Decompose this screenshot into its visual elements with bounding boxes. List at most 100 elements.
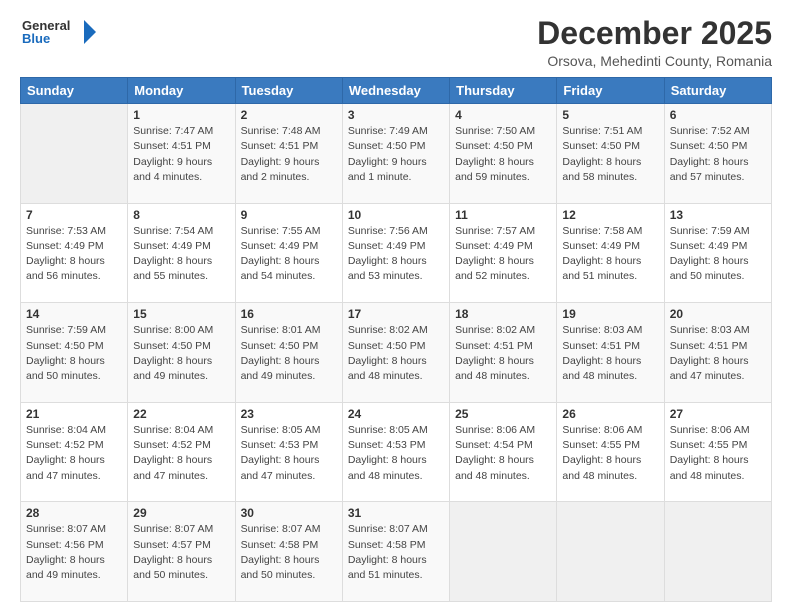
day-number: 4 bbox=[455, 108, 551, 122]
calendar-table: Sunday Monday Tuesday Wednesday Thursday… bbox=[20, 77, 772, 602]
day-info: Sunrise: 7:59 AMSunset: 4:49 PMDaylight:… bbox=[670, 224, 766, 285]
table-row: 11 Sunrise: 7:57 AMSunset: 4:49 PMDayligh… bbox=[450, 203, 557, 303]
table-row: 4 Sunrise: 7:50 AMSunset: 4:50 PMDaylight… bbox=[450, 104, 557, 204]
table-row bbox=[664, 502, 771, 602]
day-number: 7 bbox=[26, 208, 122, 222]
table-row: 26 Sunrise: 8:06 AMSunset: 4:55 PMDayligh… bbox=[557, 402, 664, 502]
day-info: Sunrise: 8:07 AMSunset: 4:56 PMDaylight:… bbox=[26, 522, 122, 583]
table-row: 14Sunrise: 7:59 AMSunset: 4:50 PMDayligh… bbox=[21, 303, 128, 403]
day-info: Sunrise: 8:04 AMSunset: 4:52 PMDaylight:… bbox=[133, 423, 229, 484]
table-row: 12 Sunrise: 7:58 AMSunset: 4:49 PMDayligh… bbox=[557, 203, 664, 303]
day-number: 19 bbox=[562, 307, 658, 321]
title-block: December 2025 Orsova, Mehedinti County, … bbox=[537, 16, 772, 69]
logo-icon: General Blue bbox=[22, 16, 102, 48]
table-row: 31 Sunrise: 8:07 AMSunset: 4:58 PMDayligh… bbox=[342, 502, 449, 602]
day-number: 2 bbox=[241, 108, 337, 122]
table-row: 1 Sunrise: 7:47 AMSunset: 4:51 PMDaylight… bbox=[128, 104, 235, 204]
day-number: 8 bbox=[133, 208, 229, 222]
day-info: Sunrise: 8:03 AMSunset: 4:51 PMDaylight:… bbox=[670, 323, 766, 384]
day-info: Sunrise: 7:54 AMSunset: 4:49 PMDaylight:… bbox=[133, 224, 229, 285]
table-row: 29Sunrise: 8:07 AMSunset: 4:57 PMDayligh… bbox=[128, 502, 235, 602]
header: General Blue December 2025 Orsova, Mehed… bbox=[20, 16, 772, 69]
day-info: Sunrise: 8:05 AMSunset: 4:53 PMDaylight:… bbox=[348, 423, 444, 484]
day-number: 13 bbox=[670, 208, 766, 222]
table-row: 5 Sunrise: 7:51 AMSunset: 4:50 PMDaylight… bbox=[557, 104, 664, 204]
day-info: Sunrise: 8:06 AMSunset: 4:55 PMDaylight:… bbox=[670, 423, 766, 484]
table-row: 18 Sunrise: 8:02 AMSunset: 4:51 PMDayligh… bbox=[450, 303, 557, 403]
day-info: Sunrise: 7:58 AMSunset: 4:49 PMDaylight:… bbox=[562, 224, 658, 285]
table-row: 8 Sunrise: 7:54 AMSunset: 4:49 PMDaylight… bbox=[128, 203, 235, 303]
table-row: 25Sunrise: 8:06 AMSunset: 4:54 PMDayligh… bbox=[450, 402, 557, 502]
day-info: Sunrise: 7:56 AMSunset: 4:49 PMDaylight:… bbox=[348, 224, 444, 285]
day-info: Sunrise: 7:50 AMSunset: 4:50 PMDaylight:… bbox=[455, 124, 551, 185]
day-number: 26 bbox=[562, 407, 658, 421]
logo: General Blue bbox=[20, 16, 102, 53]
day-info: Sunrise: 8:04 AMSunset: 4:52 PMDaylight:… bbox=[26, 423, 122, 484]
table-row: 23Sunrise: 8:05 AMSunset: 4:53 PMDayligh… bbox=[235, 402, 342, 502]
day-info: Sunrise: 8:00 AMSunset: 4:50 PMDaylight:… bbox=[133, 323, 229, 384]
day-info: Sunrise: 8:02 AMSunset: 4:50 PMDaylight:… bbox=[348, 323, 444, 384]
week-row-1: 1 Sunrise: 7:47 AMSunset: 4:51 PMDaylight… bbox=[21, 104, 772, 204]
day-number: 31 bbox=[348, 506, 444, 520]
day-number: 18 bbox=[455, 307, 551, 321]
day-info: Sunrise: 8:06 AMSunset: 4:55 PMDaylight:… bbox=[562, 423, 658, 484]
day-info: Sunrise: 8:02 AMSunset: 4:51 PMDaylight:… bbox=[455, 323, 551, 384]
day-number: 30 bbox=[241, 506, 337, 520]
col-sunday: Sunday bbox=[21, 78, 128, 104]
day-number: 1 bbox=[133, 108, 229, 122]
col-thursday: Thursday bbox=[450, 78, 557, 104]
day-number: 21 bbox=[26, 407, 122, 421]
table-row bbox=[450, 502, 557, 602]
table-row bbox=[21, 104, 128, 204]
col-saturday: Saturday bbox=[664, 78, 771, 104]
day-info: Sunrise: 7:57 AMSunset: 4:49 PMDaylight:… bbox=[455, 224, 551, 285]
day-number: 12 bbox=[562, 208, 658, 222]
day-number: 27 bbox=[670, 407, 766, 421]
day-number: 10 bbox=[348, 208, 444, 222]
day-number: 11 bbox=[455, 208, 551, 222]
day-info: Sunrise: 7:47 AMSunset: 4:51 PMDaylight:… bbox=[133, 124, 229, 185]
svg-text:Blue: Blue bbox=[22, 31, 50, 46]
day-number: 15 bbox=[133, 307, 229, 321]
day-number: 22 bbox=[133, 407, 229, 421]
table-row: 15 Sunrise: 8:00 AMSunset: 4:50 PMDayligh… bbox=[128, 303, 235, 403]
week-row-3: 14Sunrise: 7:59 AMSunset: 4:50 PMDayligh… bbox=[21, 303, 772, 403]
day-number: 6 bbox=[670, 108, 766, 122]
day-number: 29 bbox=[133, 506, 229, 520]
page: General Blue December 2025 Orsova, Mehed… bbox=[0, 0, 792, 612]
table-row: 28 Sunrise: 8:07 AMSunset: 4:56 PMDayligh… bbox=[21, 502, 128, 602]
table-row: 27 Sunrise: 8:06 AMSunset: 4:55 PMDayligh… bbox=[664, 402, 771, 502]
table-row: 19 Sunrise: 8:03 AMSunset: 4:51 PMDayligh… bbox=[557, 303, 664, 403]
day-info: Sunrise: 8:07 AMSunset: 4:58 PMDaylight:… bbox=[348, 522, 444, 583]
day-number: 9 bbox=[241, 208, 337, 222]
day-number: 20 bbox=[670, 307, 766, 321]
table-row: 24 Sunrise: 8:05 AMSunset: 4:53 PMDayligh… bbox=[342, 402, 449, 502]
day-number: 24 bbox=[348, 407, 444, 421]
table-row: 2Sunrise: 7:48 AMSunset: 4:51 PMDaylight… bbox=[235, 104, 342, 204]
day-number: 28 bbox=[26, 506, 122, 520]
day-info: Sunrise: 8:06 AMSunset: 4:54 PMDaylight:… bbox=[455, 423, 551, 484]
col-friday: Friday bbox=[557, 78, 664, 104]
table-row: 17 Sunrise: 8:02 AMSunset: 4:50 PMDayligh… bbox=[342, 303, 449, 403]
table-row: 21 Sunrise: 8:04 AMSunset: 4:52 PMDayligh… bbox=[21, 402, 128, 502]
day-info: Sunrise: 7:55 AMSunset: 4:49 PMDaylight:… bbox=[241, 224, 337, 285]
week-row-5: 28 Sunrise: 8:07 AMSunset: 4:56 PMDayligh… bbox=[21, 502, 772, 602]
day-number: 23 bbox=[241, 407, 337, 421]
table-row: 30 Sunrise: 8:07 AMSunset: 4:58 PMDayligh… bbox=[235, 502, 342, 602]
table-row: 20 Sunrise: 8:03 AMSunset: 4:51 PMDayligh… bbox=[664, 303, 771, 403]
day-info: Sunrise: 7:52 AMSunset: 4:50 PMDaylight:… bbox=[670, 124, 766, 185]
col-monday: Monday bbox=[128, 78, 235, 104]
day-number: 17 bbox=[348, 307, 444, 321]
day-info: Sunrise: 8:07 AMSunset: 4:58 PMDaylight:… bbox=[241, 522, 337, 583]
table-row: 22 Sunrise: 8:04 AMSunset: 4:52 PMDayligh… bbox=[128, 402, 235, 502]
day-info: Sunrise: 7:51 AMSunset: 4:50 PMDaylight:… bbox=[562, 124, 658, 185]
week-row-2: 7Sunrise: 7:53 AMSunset: 4:49 PMDaylight… bbox=[21, 203, 772, 303]
day-number: 5 bbox=[562, 108, 658, 122]
calendar-subtitle: Orsova, Mehedinti County, Romania bbox=[537, 53, 772, 69]
table-row: 10 Sunrise: 7:56 AMSunset: 4:49 PMDayligh… bbox=[342, 203, 449, 303]
header-row: Sunday Monday Tuesday Wednesday Thursday… bbox=[21, 78, 772, 104]
table-row: 6 Sunrise: 7:52 AMSunset: 4:50 PMDaylight… bbox=[664, 104, 771, 204]
table-row: 7Sunrise: 7:53 AMSunset: 4:49 PMDaylight… bbox=[21, 203, 128, 303]
day-info: Sunrise: 8:03 AMSunset: 4:51 PMDaylight:… bbox=[562, 323, 658, 384]
table-row: 9 Sunrise: 7:55 AMSunset: 4:49 PMDaylight… bbox=[235, 203, 342, 303]
